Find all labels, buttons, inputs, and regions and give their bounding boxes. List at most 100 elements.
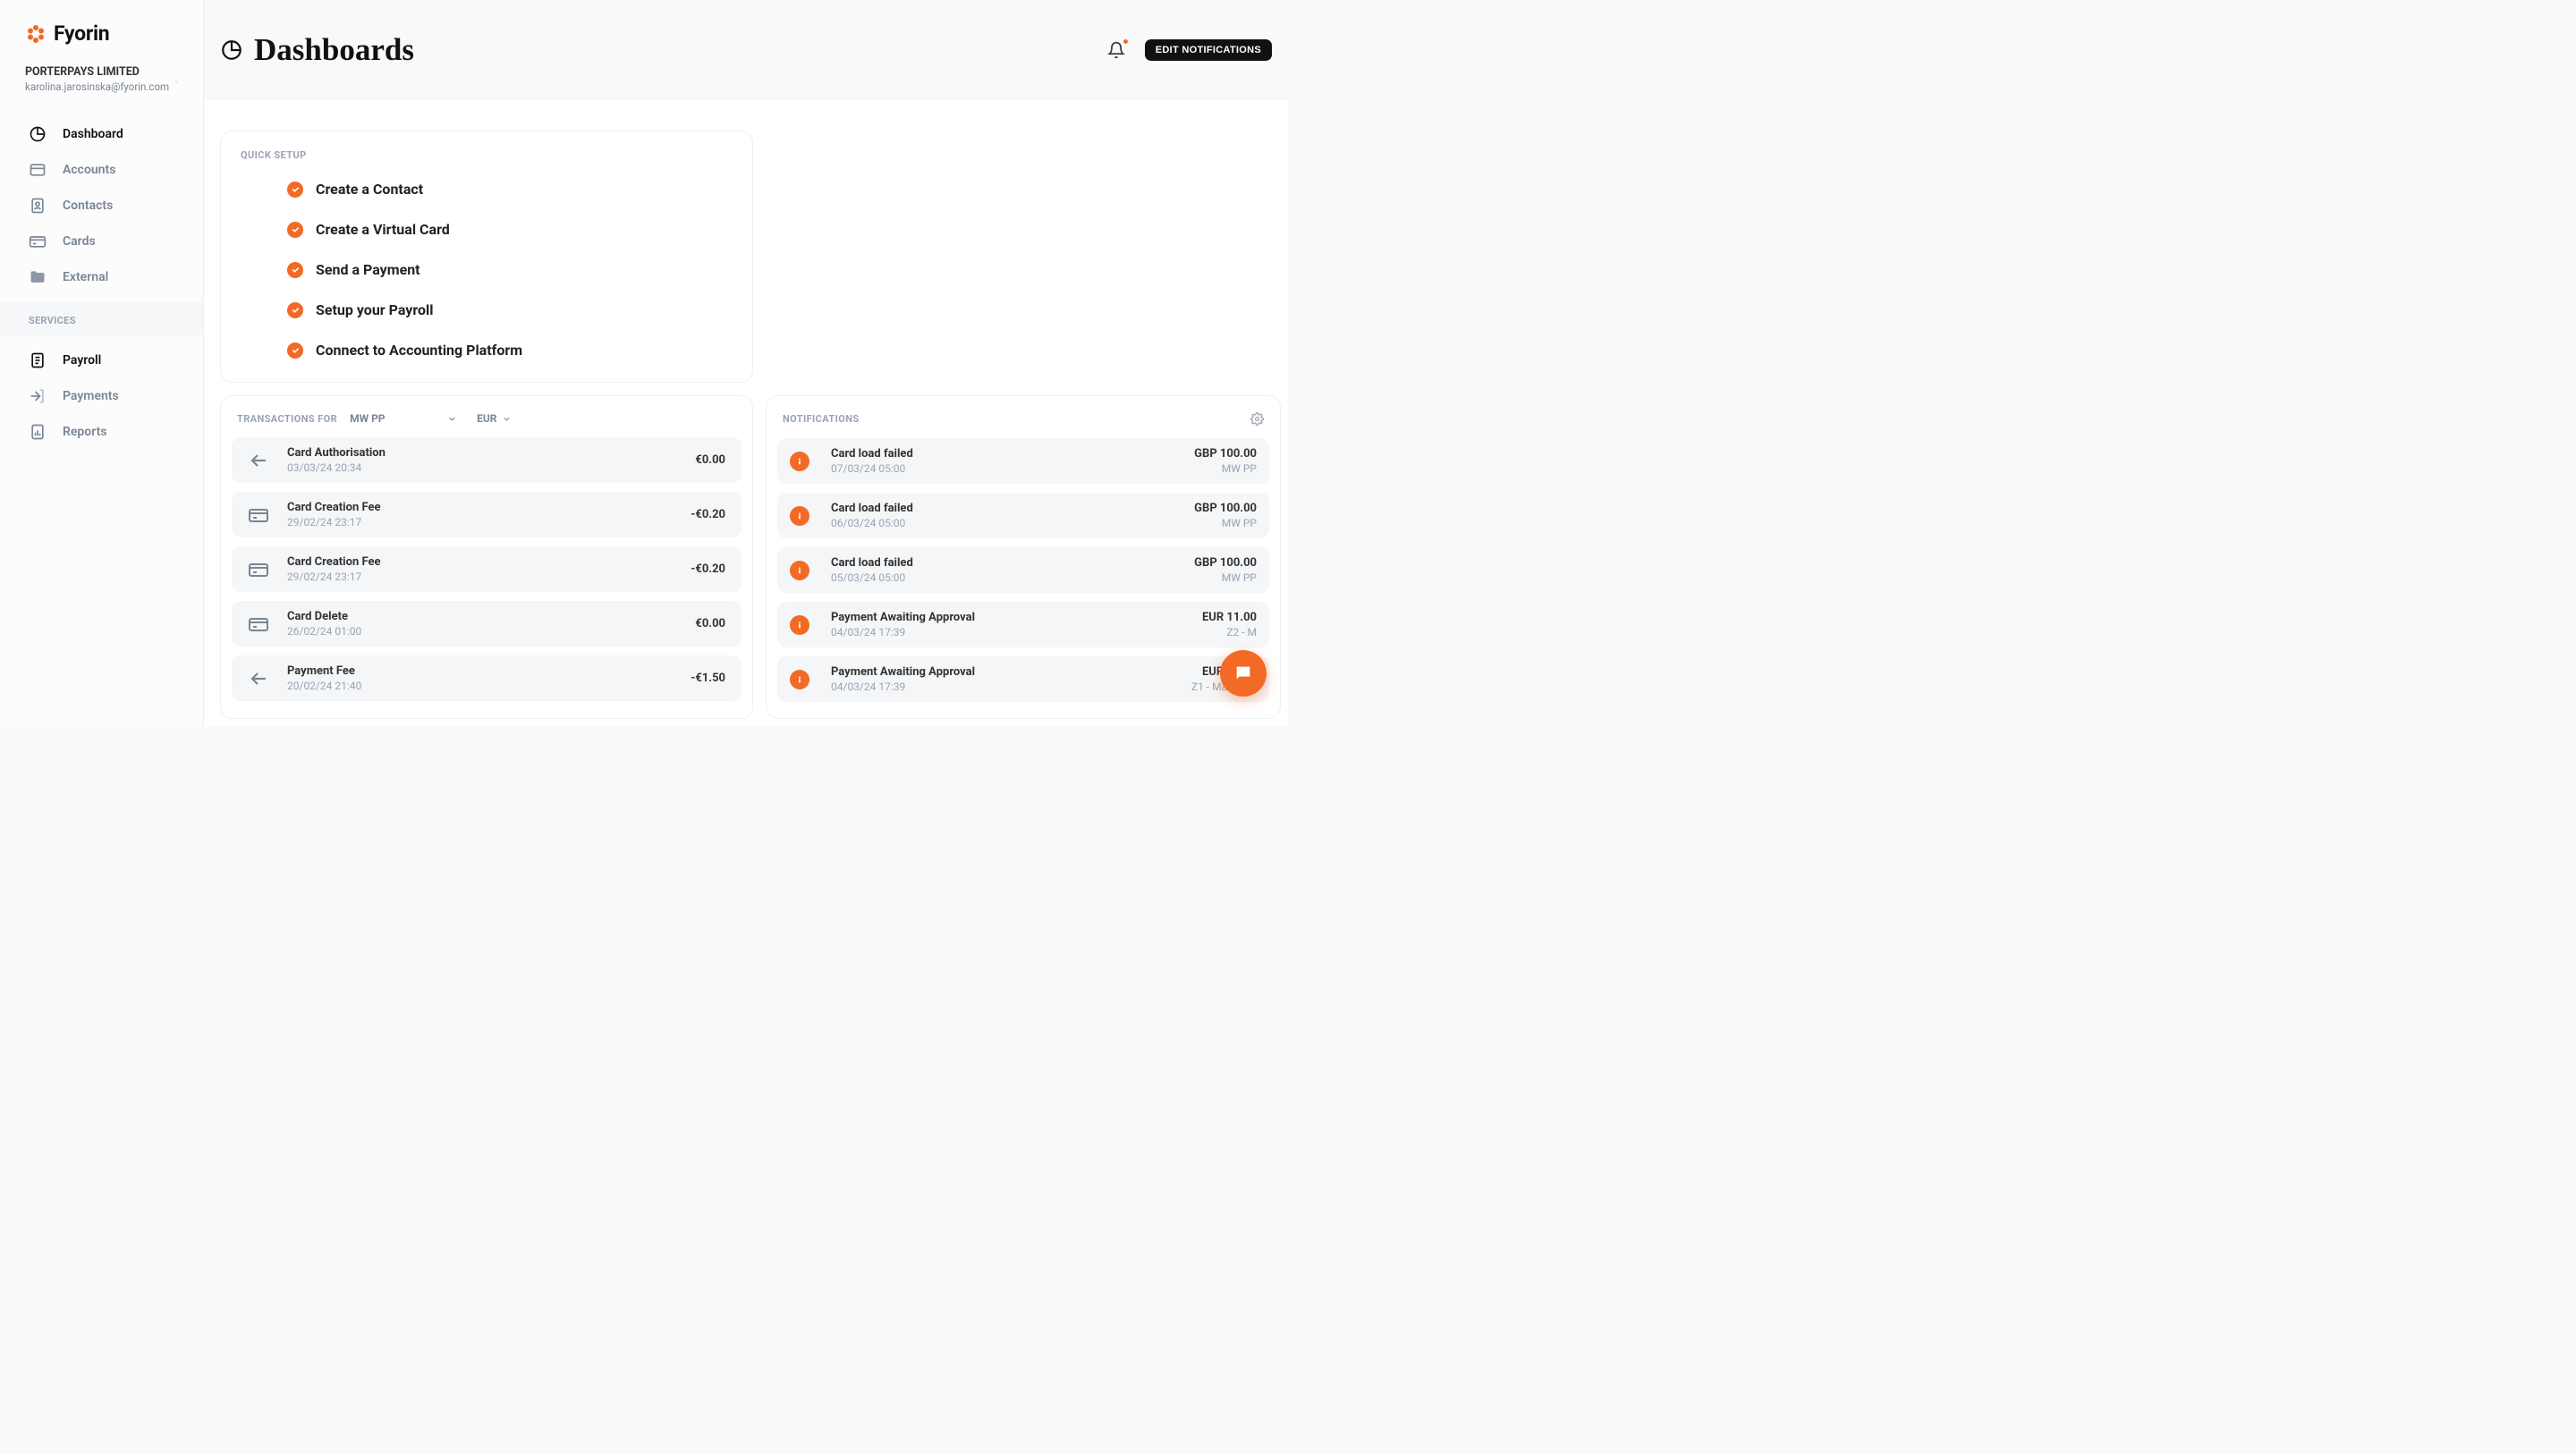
notification-title: Card load failed <box>831 447 1173 461</box>
quick-setup-item[interactable]: Connect to Accounting Platform <box>287 342 733 359</box>
sidebar-service-reports[interactable]: Reports <box>0 414 203 450</box>
transaction-amount: -€0.20 <box>691 562 725 576</box>
document-icon <box>29 351 47 369</box>
notification-title: Payment Awaiting Approval <box>831 665 1170 679</box>
transaction-amount: €0.00 <box>695 617 725 630</box>
account-switcher[interactable]: PORTERPAYS LIMITED karolina.jarosinska@f… <box>0 58 203 109</box>
quick-setup-item[interactable]: Setup your Payroll <box>287 301 733 318</box>
transaction-amount: -€1.50 <box>691 672 725 685</box>
transaction-amount: €0.00 <box>695 453 725 467</box>
sidebar-item-contacts[interactable]: Contacts <box>0 188 203 224</box>
window-icon <box>29 161 47 179</box>
nav-main: Dashboard Accounts Contacts Cards External <box>0 109 203 302</box>
notification-amount: GBP 100.00 <box>1194 447 1257 461</box>
notification-title: Card load failed <box>831 502 1173 515</box>
notification-row[interactable]: Card load failed05/03/24 05:00 GBP 100.00… <box>777 547 1269 593</box>
transaction-row[interactable]: Card Delete 26/02/24 01:00 €0.00 <box>232 601 741 647</box>
chevron-down-icon <box>447 414 457 424</box>
quick-setup-item-label: Setup your Payroll <box>316 301 433 318</box>
arrow-left-icon <box>248 450 269 471</box>
transaction-title: Card Delete <box>287 610 677 623</box>
notification-title: Payment Awaiting Approval <box>831 611 1181 624</box>
sidebar-item-label: Cards <box>63 234 96 249</box>
quick-setup-item[interactable]: Create a Virtual Card <box>287 221 733 238</box>
transaction-title: Card Creation Fee <box>287 555 673 569</box>
notifications-bell-button[interactable] <box>1107 41 1125 59</box>
transaction-row[interactable]: Card Creation Fee 29/02/24 23:17 -€0.20 <box>232 546 741 592</box>
company-name: PORTERPAYS LIMITED <box>25 65 169 79</box>
info-icon <box>790 670 809 689</box>
transaction-row[interactable]: Card Creation Fee29/02/24 23:17-€0.20 <box>232 492 741 537</box>
notification-date: 07/03/24 05:00 <box>831 462 1173 475</box>
transactions-list: Card Authorisation03/03/24 20:34€0.00Car… <box>232 437 741 701</box>
sidebar-item-label: External <box>63 270 108 284</box>
folder-icon <box>29 268 47 286</box>
sidebar-item-label: Accounts <box>63 163 115 177</box>
transactions-account-dropdown[interactable]: MW PP <box>350 412 457 425</box>
sidebar-item-external[interactable]: External <box>0 259 203 295</box>
logo-text: Fyorin <box>54 21 109 46</box>
sidebar-item-cards[interactable]: Cards <box>0 224 203 259</box>
sidebar-item-dashboard[interactable]: Dashboard <box>0 116 203 152</box>
quick-setup-item-label: Create a Virtual Card <box>316 221 450 238</box>
notification-date: 05/03/24 05:00 <box>831 571 1173 584</box>
transactions-currency-dropdown[interactable]: EUR <box>477 412 512 425</box>
notifications-label: NOTIFICATIONS <box>783 413 860 425</box>
transaction-date: 26/02/24 01:00 <box>287 625 677 638</box>
contact-icon <box>29 197 47 215</box>
transaction-amount: -€0.20 <box>691 508 725 521</box>
transaction-row[interactable]: Payment Fee 20/02/24 21:40 -€1.50 <box>232 655 741 701</box>
sidebar-service-label: Payments <box>63 389 119 403</box>
edit-notifications-button[interactable]: EDIT NOTIFICATIONS <box>1145 39 1272 61</box>
header: Dashboards EDIT NOTIFICATIONS <box>204 0 1288 100</box>
notification-row[interactable]: Payment Awaiting Approval04/03/24 17:39E… <box>777 656 1269 702</box>
logo: Fyorin <box>0 0 203 58</box>
transactions-label: TRANSACTIONS FOR <box>237 413 337 425</box>
notification-amount: GBP 100.00 <box>1194 556 1257 570</box>
bar-doc-icon <box>29 423 47 441</box>
notification-row[interactable]: Card load failed07/03/24 05:00 GBP 100.00… <box>777 438 1269 484</box>
nav-section-services-label: SERVICES <box>0 302 203 335</box>
quick-setup-item[interactable]: Send a Payment <box>287 261 733 278</box>
sidebar-service-payments[interactable]: Payments <box>0 378 203 414</box>
transaction-row[interactable]: Card Authorisation03/03/24 20:34 €0.00 <box>232 437 741 483</box>
transaction-date: 29/02/24 23:17 <box>287 571 673 583</box>
transaction-date: 03/03/24 20:34 <box>287 461 677 474</box>
info-icon <box>790 615 809 635</box>
check-circle-icon <box>287 222 303 238</box>
send-out-icon <box>29 387 47 405</box>
quick-setup-item-label: Connect to Accounting Platform <box>316 342 522 359</box>
sidebar-item-label: Contacts <box>63 199 113 213</box>
transaction-date: 29/02/24 23:17 <box>287 516 673 528</box>
card-icon <box>248 559 269 580</box>
nav-services: Payroll Payments Reports <box>0 335 203 457</box>
quick-setup-item-label: Create a Contact <box>316 181 423 198</box>
main: Dashboards EDIT NOTIFICATIONS QUICK SETU… <box>204 0 1288 727</box>
sidebar-service-label: Reports <box>63 425 107 439</box>
notification-account: Z2 - M <box>1202 626 1257 638</box>
notification-row[interactable]: Card load failed06/03/24 05:00GBP 100.00… <box>777 493 1269 538</box>
card-icon <box>248 504 269 526</box>
check-circle-icon <box>287 342 303 359</box>
chat-fab-button[interactable] <box>1220 650 1267 697</box>
account-email: karolina.jarosinska@fyorin.com <box>25 80 169 93</box>
quick-setup-item[interactable]: Create a Contact <box>287 181 733 198</box>
arrow-left-icon <box>248 668 269 689</box>
quick-setup-item-label: Send a Payment <box>316 261 420 278</box>
gear-icon[interactable] <box>1250 412 1264 426</box>
notification-date: 04/03/24 17:39 <box>831 681 1170 693</box>
notification-amount: EUR 11.00 <box>1202 611 1257 624</box>
notification-date: 06/03/24 05:00 <box>831 517 1173 529</box>
transaction-date: 20/02/24 21:40 <box>287 680 673 692</box>
sidebar-item-accounts[interactable]: Accounts <box>0 152 203 188</box>
page-title: Dashboards <box>254 32 414 68</box>
transaction-title: Card Authorisation <box>287 446 677 460</box>
notifications-list: Card load failed07/03/24 05:00GBP 100.00… <box>777 438 1269 702</box>
notification-title: Card load failed <box>831 556 1173 570</box>
sidebar-service-payroll[interactable]: Payroll <box>0 342 203 378</box>
sidebar: Fyorin PORTERPAYS LIMITED karolina.jaros… <box>0 0 204 727</box>
notification-row[interactable]: Payment Awaiting Approval04/03/24 17:39E… <box>777 602 1269 647</box>
bell-dot-icon <box>1123 38 1129 45</box>
transaction-title: Payment Fee <box>287 664 673 678</box>
fyorin-logo-icon <box>25 23 47 45</box>
